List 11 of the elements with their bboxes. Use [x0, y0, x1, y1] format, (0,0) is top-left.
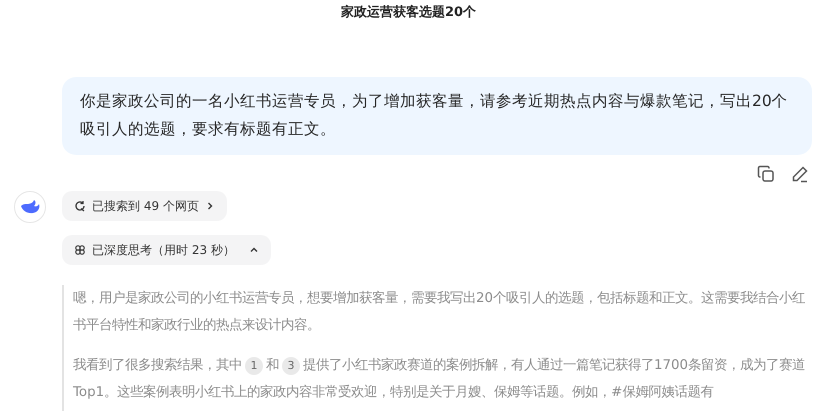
copy-icon[interactable] — [757, 165, 775, 183]
conversation-title: 家政运营获客选题20个 — [340, 4, 478, 22]
circles-icon — [74, 244, 86, 256]
refresh-search-icon — [74, 200, 86, 212]
edit-icon[interactable] — [791, 165, 809, 183]
thinking-toggle[interactable]: 已深度思考（用时 23 秒） — [62, 235, 271, 265]
search-results-chip[interactable]: 已搜索到 49 个网页 — [62, 191, 227, 221]
user-message: 你是家政公司的一名小红书运营专员，为了增加获客量，请参考近期热点内容与爆款笔记，写出20个吸引人的选题，要求有标题有正文。 — [62, 77, 812, 155]
whale-logo-icon — [14, 191, 46, 223]
reasoning-paragraph: 我看到了很多搜索结果，其中 1 和 3 提供了小红书家政赛道的案例拆解，有人通过一篇笔记获得了1700条留资，成为了赛道Top1。这些案例表明小红书上的家政内容非常受欢迎，特别是关于月嫂、保姆等话题。例如，#保姆阿姨话题有 — [73, 356, 806, 402]
reasoning-paragraph: 嗯，用户是家政公司的小红书运营专员，想要增加获客量，需要我写出20个吸引人的选题，包括标题和正文。这需要我结合小红书平台特性和家政行业的热点来设计内容。 — [73, 290, 806, 335]
